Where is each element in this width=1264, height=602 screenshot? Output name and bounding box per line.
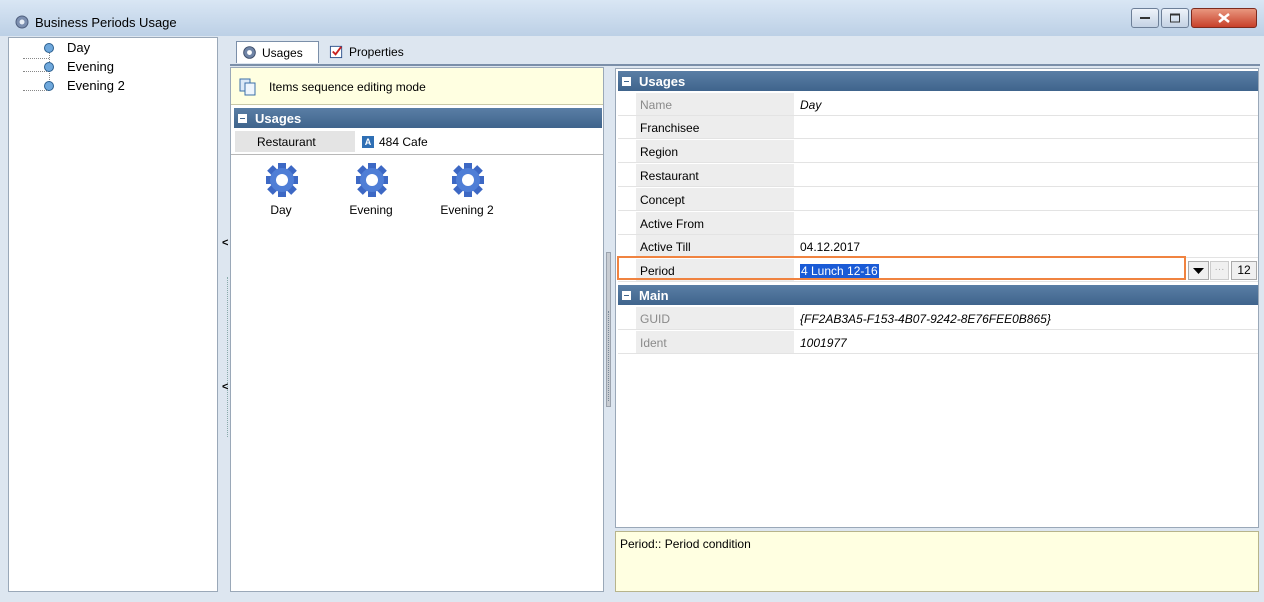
row-value[interactable]: A 484 Cafe [355,131,601,152]
minimize-button[interactable] [1131,8,1159,28]
window-title: Business Periods Usage [35,15,177,30]
period-ellipsis-button[interactable]: ··· [1210,261,1229,280]
prop-key: Restaurant [640,169,699,183]
pane-splitter[interactable] [604,67,614,592]
prop-value: Day [800,98,822,112]
node-icon [44,62,54,72]
sequence-edit-icon [239,78,256,96]
period-input[interactable]: 4 Lunch 12-16 [800,264,879,278]
title-bar: Business Periods Usage [0,0,1264,36]
periods-tree: Day Evening Evening 2 [8,37,218,592]
section-title: Usages [255,111,302,126]
prop-row-restaurant[interactable]: Restaurant [618,164,1258,187]
period-number-button[interactable]: 12 [1231,261,1257,280]
prop-row-franchisee[interactable]: Franchisee [618,116,1258,139]
tab-label: Properties [349,45,404,59]
usage-item-evening[interactable]: Evening [326,163,416,223]
property-grid: Usages Name Day Franchisee Region Restau… [615,68,1259,528]
tab-bar: Usages Properties [230,37,1260,65]
prop-row-period[interactable]: Period 4 Lunch 12-16 [618,259,1258,282]
prop-value: {FF2AB3A5-F153-4B07-9242-8E76FEE0B865} [800,312,1051,326]
prop-key: Period [640,264,675,278]
prop-value: 04.12.2017 [800,240,861,254]
prop-row-region[interactable]: Region [618,140,1258,163]
prop-row-active-till[interactable]: Active Till 04.12.2017 [618,235,1258,258]
description-text: Period:: Period condition [620,537,751,551]
prop-key: Ident [640,336,667,350]
tree-item-evening[interactable]: Evening [9,58,209,76]
section-header-usages[interactable]: Usages [234,108,602,128]
tree-item-label: Day [67,40,91,55]
tree-splitter[interactable]: < < [220,37,230,592]
properties-icon [329,45,343,59]
tree-item-day[interactable]: Day [9,39,209,57]
prop-row-concept[interactable]: Concept [618,188,1258,211]
section-title: Usages [639,74,686,89]
node-icon [44,43,54,53]
usage-item-label: Day [270,203,292,217]
prop-key: Active From [640,217,705,231]
prop-row-guid[interactable]: GUID {FF2AB3A5-F153-4B07-9242-8E76FEE0B8… [618,307,1258,330]
mode-text: Items sequence editing mode [269,80,426,94]
node-icon [44,81,54,91]
prop-key: Concept [640,193,685,207]
prop-key: Franchisee [640,121,700,135]
splitter-dots [608,311,609,401]
collapse-icon[interactable] [238,114,247,123]
collapse-icon[interactable] [622,291,631,300]
prop-row-active-from[interactable]: Active From [618,212,1258,235]
tab-label: Usages [262,46,303,60]
prop-key: Active Till [640,240,691,254]
chevron-down-icon [1193,268,1204,274]
splitter-grip [227,277,228,437]
usages-list-pane: Items sequence editing mode Usages Resta… [230,67,604,592]
usage-item-evening-2[interactable]: Evening 2 [422,163,512,223]
usage-item-label: Evening 2 [440,203,494,217]
collapse-left-icon[interactable]: < [222,237,228,249]
prop-row-ident[interactable]: Ident 1001977 [618,331,1258,354]
gear-icon [243,46,256,59]
tree-item-label: Evening [67,59,114,74]
tree-item-evening-2[interactable]: Evening 2 [9,77,209,95]
usage-item-label: Evening [349,203,393,217]
divider [231,154,603,155]
description-pane: Period:: Period condition [615,531,1259,592]
row-key: Restaurant [257,135,316,149]
prop-row-name[interactable]: Name Day [618,93,1258,116]
tab-properties[interactable]: Properties [324,41,424,63]
maximize-button[interactable] [1161,8,1189,28]
close-icon [1218,13,1230,23]
section-title: Main [639,288,669,303]
tree-item-label: Evening 2 [67,78,125,93]
prop-key: Region [640,145,679,159]
prop-value: 1001977 [800,336,847,350]
close-button[interactable] [1191,8,1257,28]
restaurant-value: 484 Cafe [379,135,428,149]
tab-underline [230,64,1260,66]
type-badge-icon: A [362,136,374,148]
maximize-icon [1170,13,1180,23]
section-header-main[interactable]: Main [618,285,1258,305]
section-header-usages[interactable]: Usages [618,71,1258,91]
prop-key: Name [640,98,673,112]
collapse-icon[interactable] [622,77,631,86]
period-dropdown-button[interactable] [1188,261,1209,280]
prop-key: GUID [640,312,670,326]
mode-bar[interactable]: Items sequence editing mode [231,68,603,105]
collapse-left-icon[interactable]: < [222,381,228,393]
minimize-icon [1140,17,1150,19]
gear-icon [266,163,298,197]
gear-icon [15,15,29,29]
usage-item-day[interactable]: Day [236,163,326,223]
gear-icon [356,163,388,197]
restaurant-row[interactable]: Restaurant A 484 Cafe [235,131,601,152]
tab-usages[interactable]: Usages [236,41,319,63]
gear-icon [452,163,484,197]
